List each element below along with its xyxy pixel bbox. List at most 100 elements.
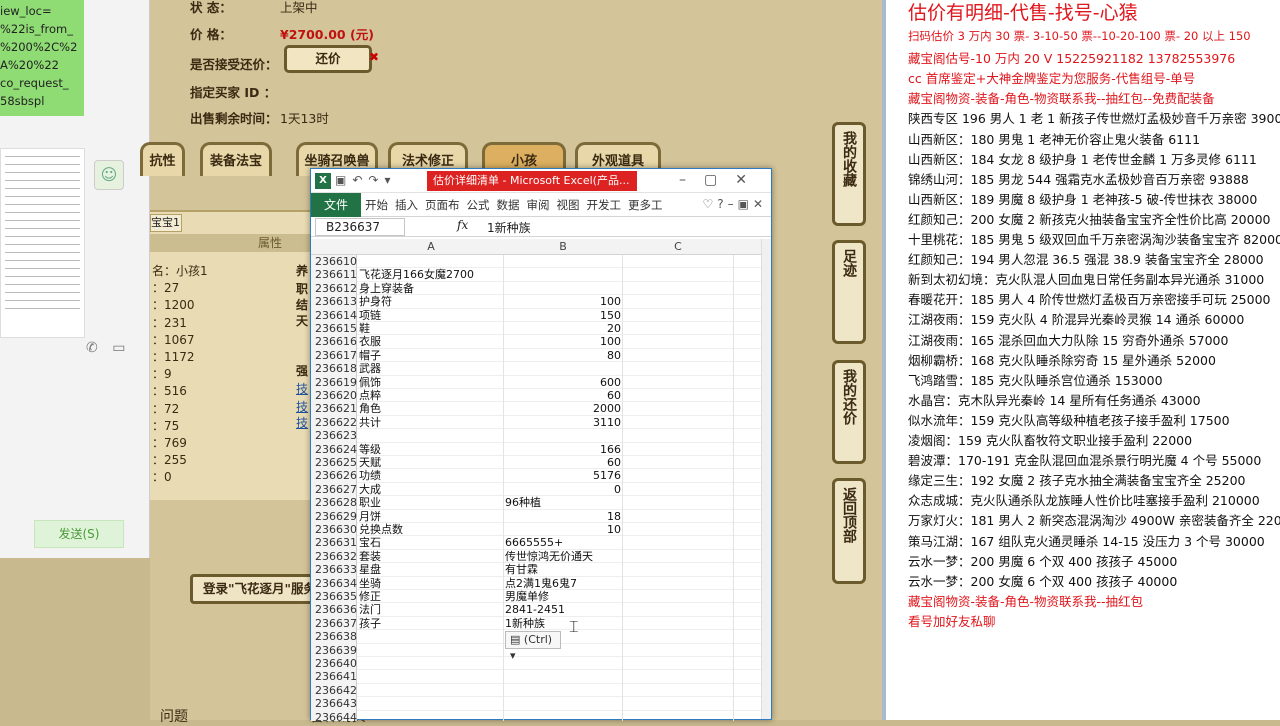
- row-number[interactable]: 236627: [311, 482, 357, 497]
- my-counter-offers-button[interactable]: 我的还价: [832, 360, 866, 464]
- cell-b[interactable]: 100: [505, 295, 621, 308]
- row-number[interactable]: 236630: [311, 523, 357, 537]
- sheet-row[interactable]: 236617 帽子 80: [311, 348, 761, 363]
- sheet-row[interactable]: 236610: [311, 255, 761, 269]
- row-number[interactable]: 236637: [311, 616, 357, 631]
- cell-a[interactable]: 修正: [359, 590, 503, 603]
- ribbon-tab[interactable]: 数据: [497, 198, 520, 212]
- back-to-top-button[interactable]: 返回顶部: [832, 478, 866, 584]
- close-icon[interactable]: ✕: [735, 172, 765, 188]
- cell-a[interactable]: 套装: [359, 550, 503, 563]
- cell-b[interactable]: 60: [505, 456, 621, 469]
- sheet-row[interactable]: 236620 点粹 60: [311, 389, 761, 403]
- cell-grid[interactable]: 236610 236611 飞花逐月166女魔2700 236612 身上穿装备 2366…: [311, 255, 761, 721]
- login-server-button[interactable]: 登录"飞花逐月"服务器: [190, 574, 320, 604]
- cell-b[interactable]: 60: [505, 389, 621, 402]
- cell-b[interactable]: 传世惊鸿无价通天: [505, 550, 621, 563]
- cell-a[interactable]: 点粹: [359, 389, 503, 402]
- cell-b[interactable]: 166: [505, 443, 621, 456]
- skill-link[interactable]: 技: [296, 398, 308, 415]
- cell-b[interactable]: 3110: [505, 416, 621, 429]
- row-number[interactable]: 236631: [311, 536, 357, 550]
- cell-b[interactable]: 150: [505, 309, 621, 322]
- sheet-row[interactable]: 236628 职业 96种植: [311, 496, 761, 510]
- tab-resistance[interactable]: 抗性: [140, 142, 185, 176]
- row-number[interactable]: 236641: [311, 670, 357, 684]
- cell-a[interactable]: 角色: [359, 402, 503, 415]
- row-number[interactable]: 236615: [311, 322, 357, 336]
- restore-icon[interactable]: ▣: [738, 197, 753, 211]
- sheet-row[interactable]: 236637 孩子 1新种族: [311, 616, 761, 631]
- cell-a[interactable]: 佩饰: [359, 376, 503, 389]
- ribbon-tab[interactable]: 更多工: [628, 198, 663, 212]
- row-number[interactable]: 236618: [311, 362, 357, 376]
- row-number[interactable]: 236614: [311, 308, 357, 322]
- cell-b[interactable]: 100: [505, 335, 621, 348]
- row-number[interactable]: 236629: [311, 509, 357, 523]
- column-header-c[interactable]: C: [623, 240, 733, 253]
- cell-b[interactable]: 5176: [505, 469, 621, 482]
- sheet-row[interactable]: 236626 功绩 5176: [311, 469, 761, 483]
- counter-offer-button[interactable]: 还价: [284, 45, 372, 73]
- ribbon-tab[interactable]: 审阅: [527, 198, 550, 212]
- cell-a[interactable]: 等级: [359, 443, 503, 456]
- cell-a[interactable]: 天赋: [359, 456, 503, 469]
- quick-access-toolbar[interactable]: ▣↶↷▾: [335, 173, 396, 187]
- row-number[interactable]: 236640: [311, 657, 357, 671]
- phone-icon[interactable]: ✆: [86, 340, 98, 356]
- row-number[interactable]: 236620: [311, 389, 357, 403]
- ribbon-tab[interactable]: 开发工: [587, 198, 622, 212]
- sheet-row[interactable]: 236611 飞花逐月166女魔2700: [311, 268, 761, 282]
- sheet-row[interactable]: 236624 等级 166: [311, 442, 761, 456]
- cell-a[interactable]: 坐骑: [359, 577, 503, 590]
- close-workbook-icon[interactable]: ✕: [753, 197, 767, 211]
- cell-a[interactable]: 身上穿装备: [359, 282, 503, 295]
- ribbon-tab[interactable]: 开始: [365, 198, 388, 212]
- sheet-row[interactable]: 236635 修正 男魔单修: [311, 590, 761, 604]
- row-number[interactable]: 236612: [311, 281, 357, 296]
- vertical-scrollbar[interactable]: [761, 239, 771, 719]
- cell-b[interactable]: 20: [505, 322, 621, 335]
- cell-b[interactable]: 2000: [505, 402, 621, 415]
- cell-b[interactable]: 有甘霖: [505, 563, 621, 576]
- row-number[interactable]: 236644: [311, 710, 357, 721]
- cell-b[interactable]: 80: [505, 349, 621, 362]
- cell-b[interactable]: 18: [505, 510, 621, 523]
- sheet-row[interactable]: 236612 身上穿装备: [311, 281, 761, 296]
- maximize-icon[interactable]: ▢: [704, 172, 735, 188]
- sheet-row[interactable]: 236634 坐骑 点2满1鬼6鬼7: [311, 576, 761, 590]
- sheet-row[interactable]: 236627 大成 0: [311, 482, 761, 497]
- close-icon[interactable]: ✖: [369, 50, 379, 64]
- screenshot-thumbnail[interactable]: [0, 148, 85, 338]
- sheet-row[interactable]: 236619 佩饰 600: [311, 375, 761, 389]
- row-number[interactable]: 236626: [311, 469, 357, 483]
- row-number[interactable]: 236616: [311, 335, 357, 349]
- row-number[interactable]: 236635: [311, 590, 357, 604]
- cell-a[interactable]: 宝石: [359, 536, 503, 549]
- baby-tab[interactable]: 宝宝1: [150, 214, 182, 232]
- footprint-button[interactable]: 足迹: [832, 240, 866, 344]
- ribbon-tab[interactable]: 页面布: [425, 198, 460, 212]
- sheet-row[interactable]: 236621 角色 2000: [311, 402, 761, 416]
- cell-a[interactable]: 月饼: [359, 510, 503, 523]
- cell-a[interactable]: 帽子: [359, 349, 503, 362]
- minimize-icon[interactable]: –: [679, 172, 704, 188]
- row-number[interactable]: 236639: [311, 643, 357, 657]
- row-number[interactable]: 236633: [311, 563, 357, 577]
- row-number[interactable]: 236638: [311, 630, 357, 644]
- sheet-row[interactable]: 236644: [311, 710, 761, 721]
- my-favorites-button[interactable]: 我的收藏: [832, 122, 866, 226]
- sheet-row[interactable]: 236615 鞋 20: [311, 322, 761, 336]
- contact-avatar-icon[interactable]: ☺: [94, 160, 124, 190]
- row-number[interactable]: 236632: [311, 549, 357, 564]
- sheet-row[interactable]: 236625 天赋 60: [311, 456, 761, 470]
- row-number[interactable]: 236619: [311, 375, 357, 389]
- help-icon[interactable]: ?: [717, 197, 727, 211]
- fx-icon[interactable]: fx: [457, 218, 468, 232]
- notes-panel[interactable]: 估价有明细-代售-找号-心猿 扫码估价 3 万内 30 票- 3-10-50 票-…: [882, 0, 1280, 720]
- cell-a[interactable]: 星盘: [359, 563, 503, 576]
- row-number[interactable]: 236623: [311, 429, 357, 443]
- cell-b[interactable]: 10: [505, 523, 621, 536]
- cell-a[interactable]: 项链: [359, 309, 503, 322]
- minimize-ribbon-icon[interactable]: –: [728, 197, 738, 211]
